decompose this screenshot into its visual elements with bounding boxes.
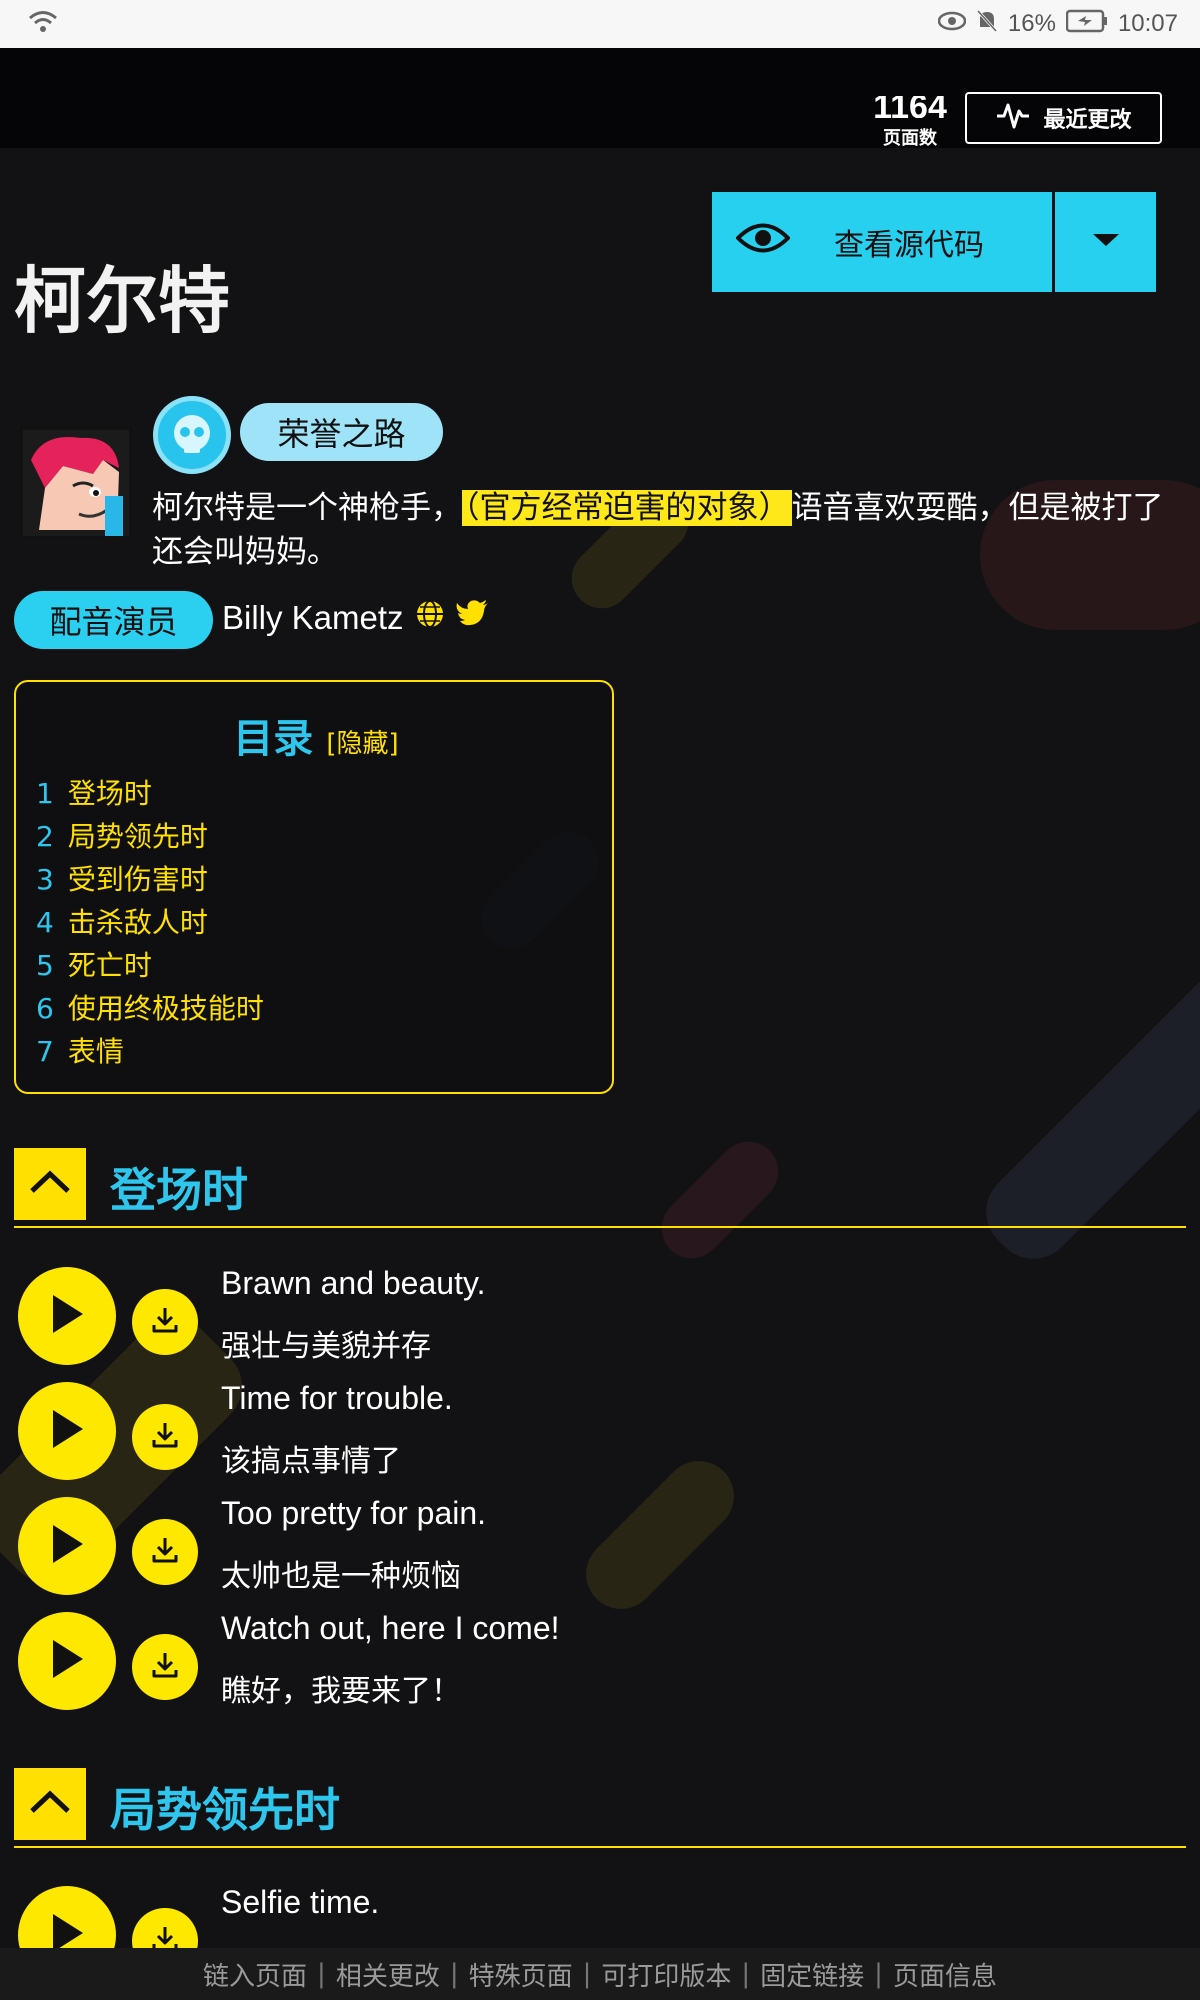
download-icon xyxy=(150,1420,180,1454)
download-button[interactable] xyxy=(132,1519,198,1585)
voice-line-english: Watch out, here I come! xyxy=(221,1610,560,1646)
play-button[interactable] xyxy=(18,1382,116,1480)
voice-line: Watch out, here I come! 瞧好，我要来了！ xyxy=(18,1610,1178,1724)
voice-line-english: Brawn and beauty. xyxy=(221,1265,486,1301)
table-of-contents: 目录 [隐藏] 1 登场时 2 局势领先时 3 受到伤害时 4 击杀敌人时 5 死亡时 6… xyxy=(14,680,614,1094)
globe-icon[interactable] xyxy=(414,598,446,638)
section-title: 登场时 xyxy=(110,1163,248,1217)
page-title: 柯尔特 xyxy=(14,259,231,343)
toc-list: 1 登场时 2 局势领先时 3 受到伤害时 4 击杀敌人时 5 死亡时 6 使用终极技能时 … xyxy=(36,772,264,1073)
voice-line-chinese: 强壮与美貌并存 xyxy=(221,1329,431,1364)
toc-title: 目录 xyxy=(233,716,314,762)
recent-changes-button[interactable]: 最近更改 xyxy=(965,92,1162,144)
page-count: 1164 页面数 xyxy=(860,96,960,150)
battery-icon xyxy=(1065,9,1108,40)
toc-item[interactable]: 5 死亡时 xyxy=(36,944,264,987)
description-text: 柯尔特是一个神枪手， xyxy=(152,490,462,526)
voice-line-english: Selfie time. xyxy=(221,1884,380,1920)
play-icon xyxy=(47,1292,87,1340)
voice-line: Too pretty for pain. 太帅也是一种烦恼 xyxy=(18,1495,1178,1609)
voice-line: Brawn and beauty. 强壮与美貌并存 xyxy=(18,1265,1178,1379)
twitter-icon[interactable] xyxy=(456,599,490,637)
chevron-up-icon xyxy=(28,1789,72,1819)
battery-level: 16% xyxy=(1007,10,1056,37)
play-button[interactable] xyxy=(18,1497,116,1595)
toc-item[interactable]: 6 使用终极技能时 xyxy=(36,987,264,1030)
download-icon xyxy=(150,1650,180,1684)
toc-item[interactable]: 7 表情 xyxy=(36,1030,264,1073)
footer-separator: | xyxy=(582,1959,592,1989)
footer-link-related-changes[interactable]: 相关更改 xyxy=(336,1956,440,1993)
play-icon xyxy=(47,1407,87,1455)
section-header: 局势领先时 xyxy=(14,1768,1186,1848)
voice-actor-label: 配音演员 xyxy=(14,591,213,649)
footer-link-printable[interactable]: 可打印版本 xyxy=(601,1956,731,1993)
play-icon xyxy=(47,1522,87,1570)
activity-icon xyxy=(995,99,1031,137)
brawler-portrait xyxy=(20,427,132,539)
voice-line-chinese: 该搞点事情了 xyxy=(221,1444,401,1479)
toc-hide-toggle[interactable]: [隐藏] xyxy=(326,729,398,759)
view-source-button[interactable]: 查看源代码 xyxy=(712,192,1052,292)
rarity-tag: 荣誉之路 xyxy=(240,403,443,461)
voice-actor: Billy Kametz xyxy=(222,598,490,638)
toc-item[interactable]: 1 登场时 xyxy=(36,772,264,815)
section-collapse-toggle[interactable] xyxy=(14,1148,86,1220)
page-count-number: 1164 xyxy=(873,96,947,118)
voice-line-english: Too pretty for pain. xyxy=(221,1495,487,1531)
footer-link-whatlinkshere[interactable]: 链入页面 xyxy=(203,1956,307,1993)
voice-line-chinese: 太帅也是一种烦恼 xyxy=(221,1559,461,1594)
footer-separator: | xyxy=(449,1959,459,1989)
toc-header: 目录 [隐藏] xyxy=(16,706,616,764)
footer-separator: | xyxy=(874,1959,883,1989)
play-button[interactable] xyxy=(18,1612,116,1710)
toc-item[interactable]: 2 局势领先时 xyxy=(36,815,264,858)
clock: 10:07 xyxy=(1117,10,1178,37)
mute-icon xyxy=(976,9,998,40)
eye-icon xyxy=(735,221,791,263)
play-icon xyxy=(47,1637,87,1685)
footer-link-permalink[interactable]: 固定链接 xyxy=(760,1956,864,1993)
voice-actor-name: Billy Kametz xyxy=(222,599,404,636)
recent-changes-label: 最近更改 xyxy=(1043,108,1132,133)
download-button[interactable] xyxy=(132,1634,198,1700)
footer-separator: | xyxy=(317,1959,326,1989)
section-header: 登场时 xyxy=(14,1148,1186,1228)
download-button[interactable] xyxy=(132,1289,198,1355)
download-button[interactable] xyxy=(132,1404,198,1470)
more-actions-dropdown[interactable] xyxy=(1055,192,1156,292)
download-icon xyxy=(150,1535,180,1569)
page-tools-footer: 链入页面 | 相关更改 | 特殊页面 | 可打印版本 | 固定链接 | 页面信息 xyxy=(0,1948,1200,2000)
system-status-bar: 16% 10:07 xyxy=(0,0,1200,48)
brawler-description: 柯尔特是一个神枪手，（官方经常迫害的对象）语音喜欢耍酷，但是被打了还会叫妈妈。 xyxy=(152,486,1182,574)
section-collapse-toggle[interactable] xyxy=(14,1768,86,1840)
footer-separator: | xyxy=(741,1959,751,1989)
voice-line: Time for trouble. 该搞点事情了 xyxy=(18,1380,1178,1494)
site-header: 1164 页面数 最近更改 xyxy=(0,48,1200,150)
footer-link-page-info[interactable]: 页面信息 xyxy=(893,1956,997,1993)
chevron-up-icon xyxy=(28,1169,72,1199)
chevron-down-icon xyxy=(1091,232,1121,252)
page-count-label: 页面数 xyxy=(883,128,937,149)
voice-line-chinese: 瞧好，我要来了！ xyxy=(221,1674,461,1709)
play-button[interactable] xyxy=(18,1267,116,1365)
wifi-icon xyxy=(28,9,58,39)
toc-item[interactable]: 4 击杀敌人时 xyxy=(36,901,264,944)
voice-line-english: Time for trouble. xyxy=(221,1380,453,1416)
toc-item[interactable]: 3 受到伤害时 xyxy=(36,858,264,901)
description-highlight: （官方经常迫害的对象） xyxy=(462,490,792,526)
view-source-label: 查看源代码 xyxy=(834,228,984,263)
download-icon xyxy=(150,1305,180,1339)
eye-icon xyxy=(937,10,967,38)
footer-link-special-pages[interactable]: 特殊页面 xyxy=(469,1956,573,1993)
skull-icon xyxy=(153,396,231,474)
section-title: 局势领先时 xyxy=(110,1783,340,1837)
